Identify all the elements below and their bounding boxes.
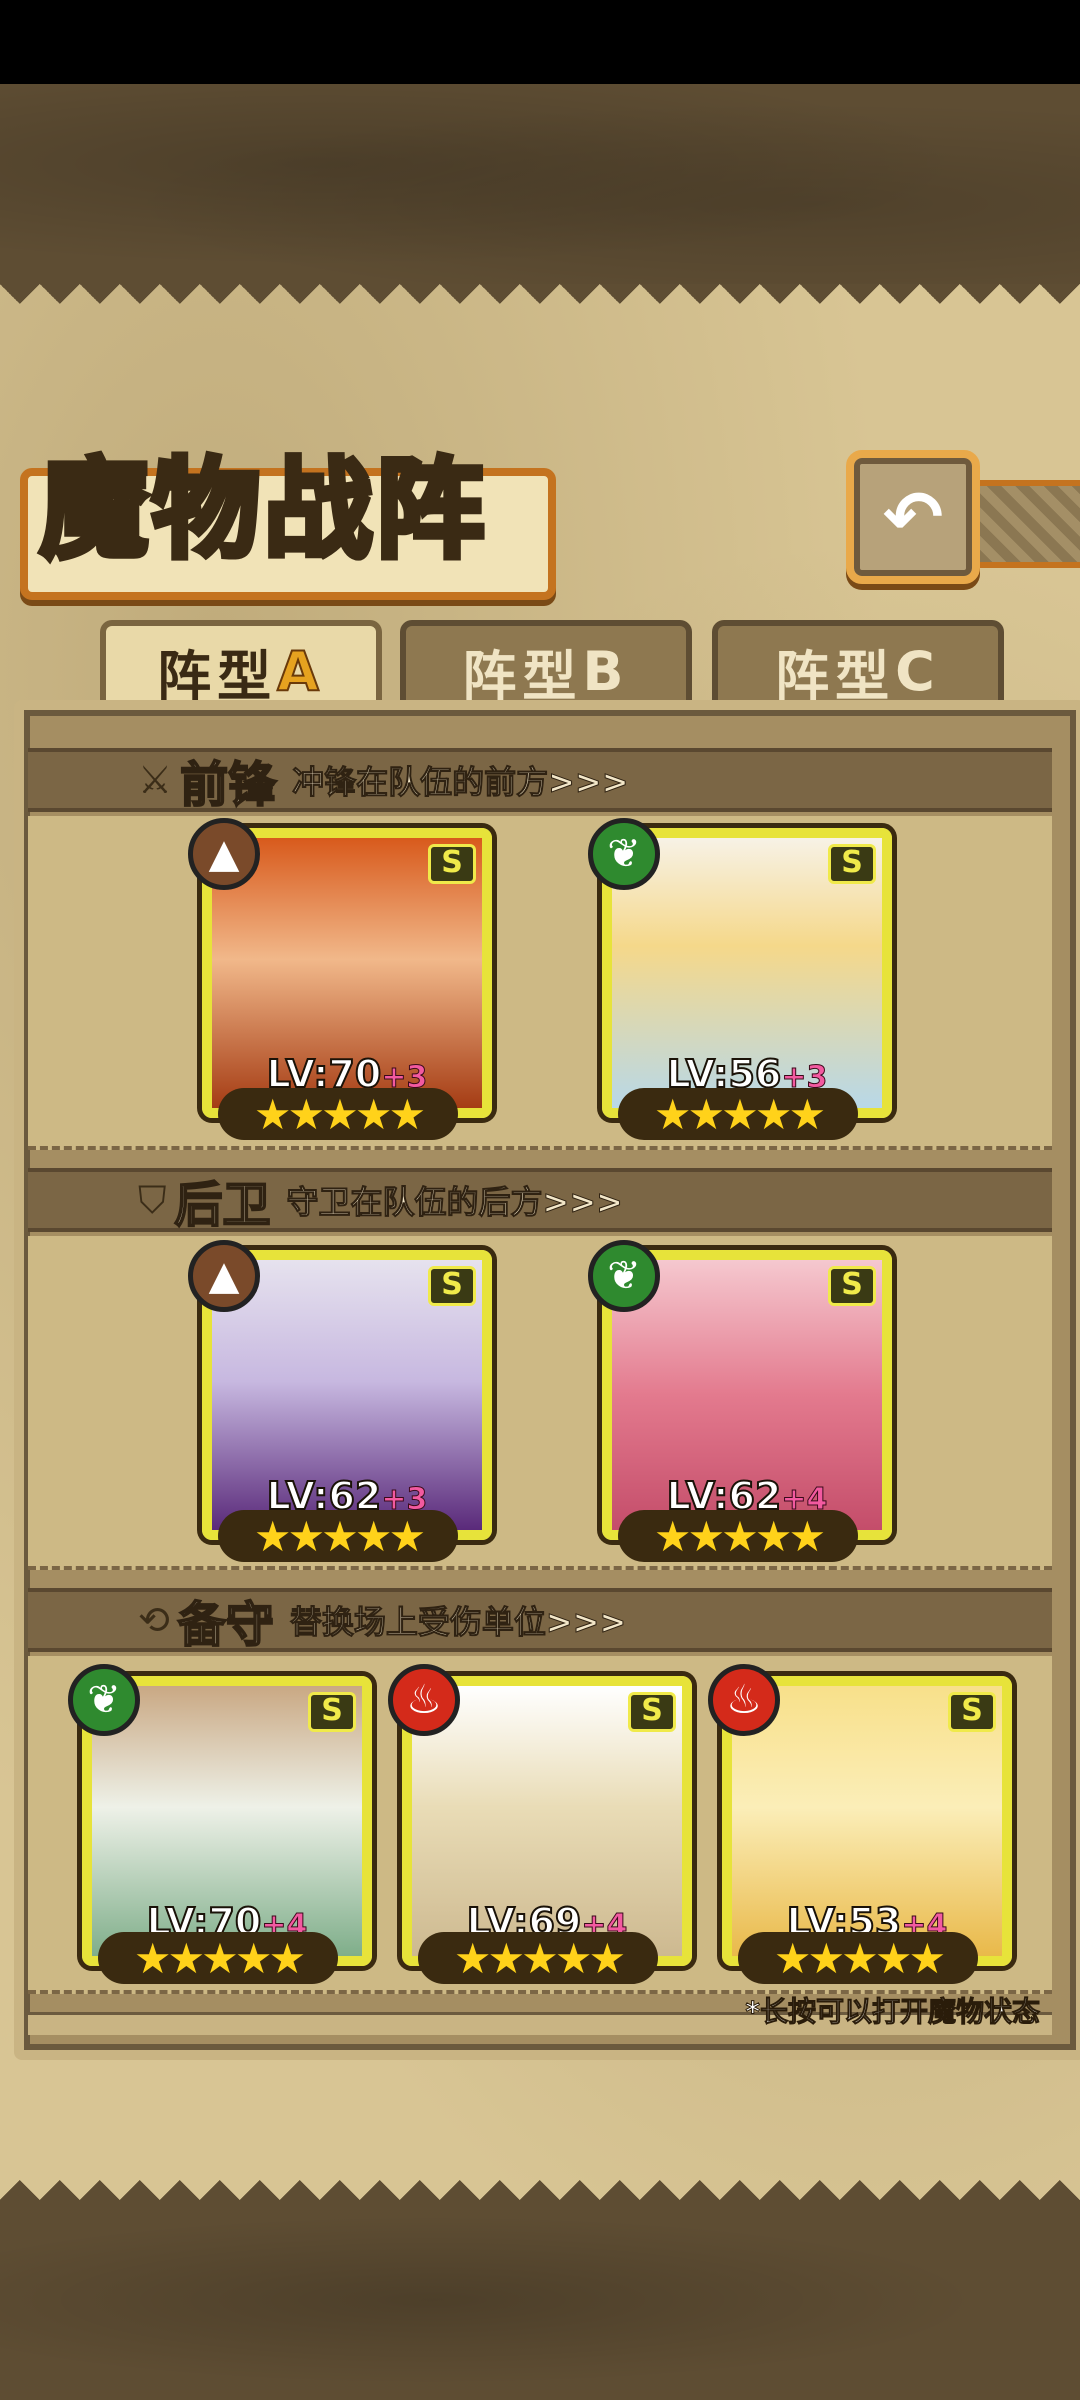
- back-button-rail: [964, 480, 1080, 568]
- rank-badge: S: [828, 1266, 876, 1306]
- tab-letter: A: [276, 639, 325, 704]
- rank-badge: S: [428, 844, 476, 884]
- section-title: 前锋: [179, 756, 277, 814]
- star-rating: ★★★★★: [98, 1932, 338, 1984]
- section-header-reserve: ⟲ 备守 替换场上受伤单位>>>: [28, 1588, 1052, 1654]
- section-description: 冲锋在队伍的前方>>>: [292, 763, 629, 802]
- front-row: [28, 816, 1052, 1150]
- rank-badge: S: [308, 1692, 356, 1732]
- star-rating: ★★★★★: [618, 1088, 858, 1140]
- back-arrow-icon: ↶: [882, 475, 944, 559]
- section-description: 替换场上受伤单位>>>: [289, 1603, 627, 1642]
- section-description: 守卫在队伍的后方>>>: [286, 1183, 623, 1222]
- star-rating: ★★★★★: [618, 1510, 858, 1562]
- fire-element-icon: ♨: [708, 1664, 780, 1736]
- earth-element-icon: ▲: [188, 1240, 260, 1312]
- section-header-front: ⚔ 前锋 冲锋在队伍的前方>>>: [28, 748, 1052, 814]
- swap-icon: ⟲: [138, 1598, 170, 1642]
- rank-badge: S: [828, 844, 876, 884]
- rank-badge: S: [628, 1692, 676, 1732]
- rank-badge: S: [948, 1692, 996, 1732]
- star-rating: ★★★★★: [418, 1932, 658, 1984]
- tab-label: 阵型: [775, 644, 896, 708]
- section-title: 备守: [177, 1596, 275, 1654]
- back-button[interactable]: ↶: [846, 450, 980, 584]
- map-background-top: [0, 84, 1080, 284]
- page-title: 魔物战阵: [37, 444, 489, 576]
- earth-element-icon: ▲: [188, 818, 260, 890]
- tab-label: 阵型: [462, 644, 583, 708]
- section-header-back: ⛉ 后卫 守卫在队伍的后方>>>: [28, 1168, 1052, 1234]
- star-rating: ★★★★★: [218, 1510, 458, 1562]
- rank-badge: S: [428, 1266, 476, 1306]
- tab-label: 阵型: [157, 644, 278, 708]
- leaf-element-icon: ❦: [588, 1240, 660, 1312]
- status-bar-area: [0, 0, 1080, 84]
- leaf-element-icon: ❦: [588, 818, 660, 890]
- sword-icon: ⚔: [138, 758, 173, 802]
- tab-letter: C: [895, 639, 941, 703]
- map-background-bottom: [0, 2200, 1080, 2400]
- long-press-hint: *长按可以打开魔物状态: [745, 1995, 1041, 2029]
- star-rating: ★★★★★: [738, 1932, 978, 1984]
- back-row: [28, 1236, 1052, 1570]
- leaf-element-icon: ❦: [68, 1664, 140, 1736]
- tab-letter: B: [582, 639, 630, 703]
- zigzag-edge-top: [0, 284, 1080, 344]
- star-rating: ★★★★★: [218, 1088, 458, 1140]
- shield-icon: ⛉: [138, 1177, 167, 1222]
- fire-element-icon: ♨: [388, 1664, 460, 1736]
- section-title: 后卫: [174, 1176, 272, 1234]
- zigzag-edge-bottom: [0, 2140, 1080, 2200]
